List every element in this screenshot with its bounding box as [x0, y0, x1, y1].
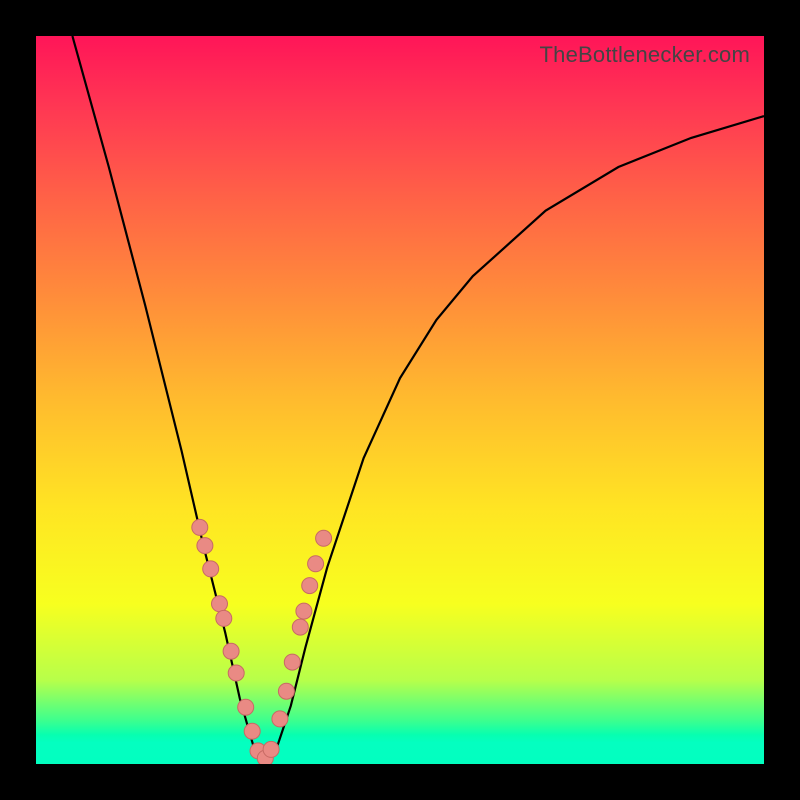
data-point — [197, 538, 213, 554]
data-point — [216, 610, 232, 626]
data-point — [272, 711, 288, 727]
data-point — [308, 556, 324, 572]
data-point — [228, 665, 244, 681]
data-point — [238, 699, 254, 715]
data-point — [278, 683, 294, 699]
watermark-label: TheBottlenecker.com — [540, 42, 750, 68]
data-point — [302, 578, 318, 594]
data-points-group — [192, 519, 332, 764]
data-point — [244, 723, 260, 739]
plot-area: TheBottlenecker.com — [36, 36, 764, 764]
data-point — [284, 654, 300, 670]
data-point — [292, 619, 308, 635]
data-point — [203, 561, 219, 577]
data-point — [296, 603, 312, 619]
chart-svg — [36, 36, 764, 764]
data-point — [192, 519, 208, 535]
data-point — [212, 596, 228, 612]
bottleneck-curve — [72, 36, 764, 760]
data-point — [316, 530, 332, 546]
data-point — [263, 741, 279, 757]
chart-frame: TheBottlenecker.com — [0, 0, 800, 800]
data-point — [223, 643, 239, 659]
